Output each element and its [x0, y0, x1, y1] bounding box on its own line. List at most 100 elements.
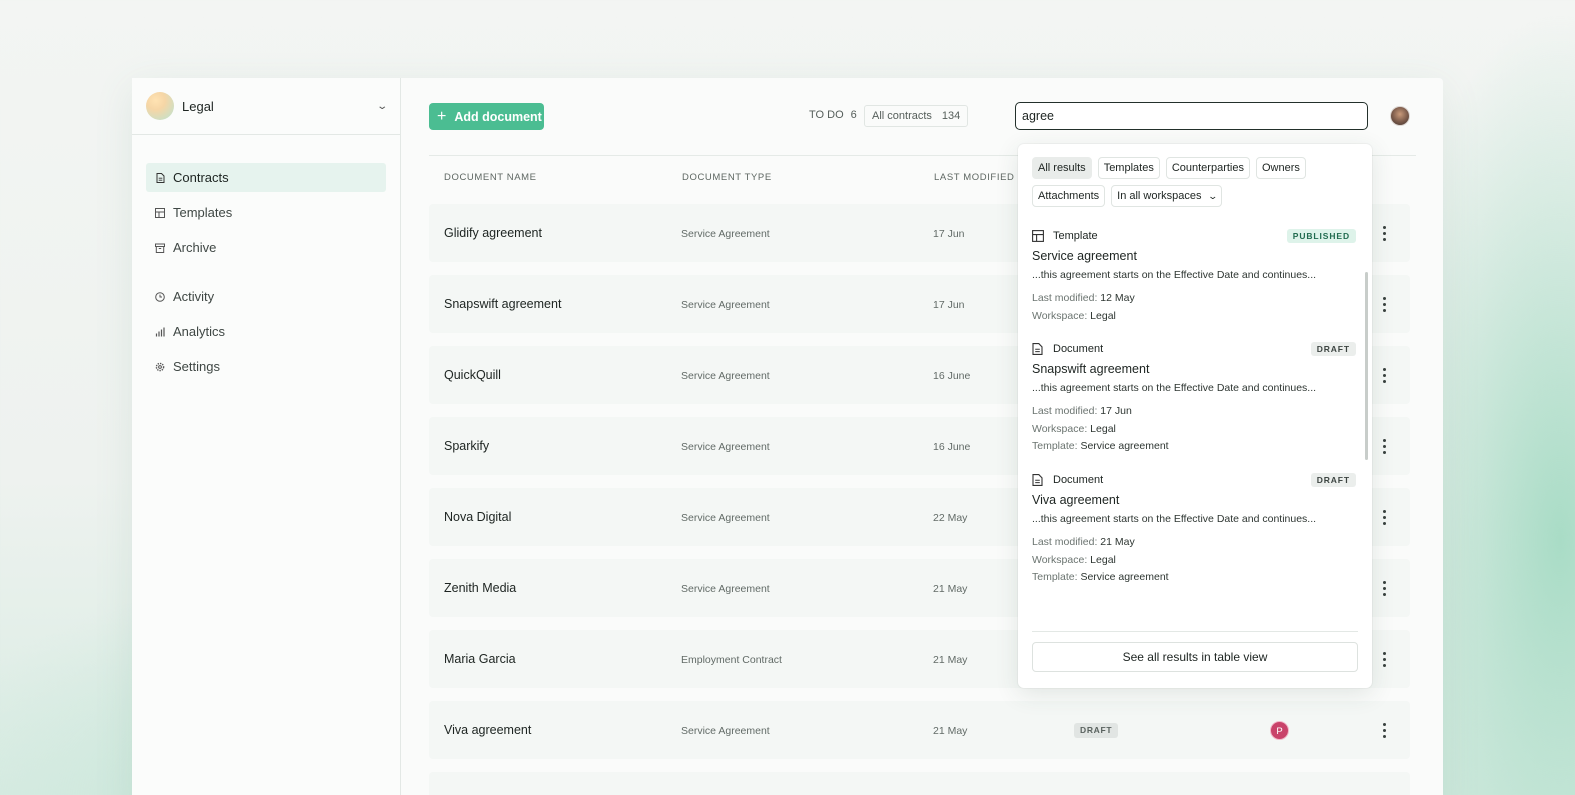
status-badge: DRAFT	[1074, 723, 1119, 738]
search-result-item[interactable]: Document DRAFT Snapswift agreement ...th…	[1032, 342, 1356, 456]
column-header-document-type[interactable]: DOCUMENT TYPE	[682, 172, 772, 183]
row-last-modified: 21 May	[933, 654, 968, 666]
sidebar-item-activity[interactable]: Activity	[146, 282, 386, 311]
more-options-icon[interactable]	[1380, 650, 1388, 668]
table-row[interactable]: Viva agreement Service Agreement 21 May …	[429, 701, 1410, 759]
chevron-down-icon: ⌄	[1207, 190, 1218, 201]
bar-chart-icon	[155, 327, 165, 337]
more-options-icon[interactable]	[1380, 508, 1388, 526]
result-meta: Last modified: 12 May Workspace: Legal	[1032, 290, 1356, 325]
result-kind: Document	[1053, 474, 1104, 486]
sidebar-item-contracts[interactable]: Contracts	[146, 163, 386, 192]
table-row[interactable]	[429, 772, 1410, 795]
row-last-modified: 21 May	[933, 583, 968, 595]
dropdown-divider	[1032, 631, 1358, 632]
column-header-document-name[interactable]: DOCUMENT NAME	[444, 172, 537, 183]
sidebar-item-archive[interactable]: Archive	[146, 233, 386, 262]
todo-filter[interactable]: TO DO 6	[809, 109, 857, 121]
more-options-icon[interactable]	[1380, 224, 1388, 242]
sidebar-item-label: Archive	[173, 240, 217, 255]
last-modified-value: 21 May	[1100, 536, 1135, 548]
status-badge: DRAFT	[1310, 473, 1356, 487]
last-modified-label: Last modified:	[1032, 536, 1098, 548]
last-modified-label: Last modified:	[1032, 292, 1098, 304]
result-title: Snapswift agreement	[1032, 362, 1150, 376]
row-last-modified: 16 June	[933, 441, 971, 453]
search-result-item[interactable]: Template PUBLISHED Service agreement ...…	[1032, 229, 1356, 325]
chevron-down-icon: ⌄	[375, 100, 388, 112]
plus-icon: +	[437, 107, 447, 125]
sidebar-item-label: Templates	[173, 205, 233, 220]
workspace-filter-dropdown[interactable]: In all workspaces ⌄	[1111, 185, 1223, 207]
more-options-icon[interactable]	[1380, 366, 1388, 384]
workspace-value: Legal	[1090, 309, 1116, 322]
row-last-modified: 22 May	[933, 512, 968, 524]
filter-chip-counterparties[interactable]: Counterparties	[1165, 157, 1250, 179]
template-label: Template:	[1032, 440, 1078, 452]
filter-chip-all-results[interactable]: All results	[1032, 157, 1092, 179]
clock-icon	[155, 291, 165, 302]
workspace-label: Workspace:	[1032, 422, 1088, 435]
row-last-modified: 17 Jun	[933, 299, 965, 311]
status-badge: PUBLISHED	[1286, 229, 1356, 243]
search-input[interactable]	[1015, 102, 1368, 130]
row-document-name: Snapswift agreement	[444, 297, 562, 311]
document-icon	[155, 172, 165, 183]
row-document-type: Employment Contract	[681, 654, 782, 666]
document-icon	[1032, 343, 1044, 355]
user-avatar[interactable]	[1390, 106, 1410, 126]
more-options-icon[interactable]	[1380, 579, 1388, 597]
sidebar-item-label: Analytics	[173, 324, 226, 339]
column-header-last-modified[interactable]: LAST MODIFIED	[934, 172, 1014, 183]
result-snippet: ...this agreement starts on the Effectiv…	[1032, 269, 1317, 281]
workspace-avatar	[146, 92, 174, 120]
sidebar-item-label: Settings	[173, 359, 220, 374]
sidebar-item-label: Contracts	[173, 170, 229, 185]
result-snippet: ...this agreement starts on the Effectiv…	[1032, 382, 1317, 394]
search-results-dropdown: All results Templates Counterparties Own…	[1018, 144, 1372, 688]
filter-chip-attachments[interactable]: Attachments	[1032, 185, 1106, 207]
workspace-value: Legal	[1090, 553, 1116, 566]
document-icon	[1032, 474, 1044, 486]
template-label: Template:	[1032, 571, 1078, 583]
last-modified-value: 12 May	[1100, 292, 1135, 304]
filter-chip-owners[interactable]: Owners	[1255, 157, 1306, 179]
row-document-type: Service Agreement	[681, 441, 770, 453]
more-options-icon[interactable]	[1380, 295, 1388, 313]
archive-icon	[155, 243, 165, 253]
workspace-switcher[interactable]: Legal ⌄	[132, 78, 400, 135]
more-options-icon[interactable]	[1380, 437, 1388, 455]
template-value: Service agreement	[1080, 571, 1169, 583]
row-document-name: Viva agreement	[444, 723, 532, 737]
results-scrollbar[interactable]	[1365, 272, 1368, 460]
add-document-button[interactable]: + Add document	[429, 103, 544, 130]
owner-avatar[interactable]: P	[1270, 721, 1289, 740]
more-options-icon[interactable]	[1380, 721, 1388, 739]
row-document-name: Maria Garcia	[444, 652, 516, 666]
row-document-name: Glidify agreement	[444, 226, 542, 240]
workspace-filter-label: In all workspaces	[1117, 190, 1202, 202]
todo-count: 6	[850, 109, 857, 121]
result-title: Service agreement	[1032, 249, 1137, 263]
workspace-label: Workspace:	[1032, 553, 1088, 566]
filter-chip-templates[interactable]: Templates	[1097, 157, 1160, 179]
sidebar: Legal ⌄ Contracts Templates Archive Acti…	[132, 78, 401, 795]
sidebar-item-settings[interactable]: Settings	[146, 352, 386, 381]
row-last-modified: 16 June	[933, 370, 971, 382]
row-document-type: Service Agreement	[681, 228, 770, 240]
result-meta: Last modified: 21 May Workspace: Legal T…	[1032, 534, 1356, 587]
last-modified-value: 17 Jun	[1100, 405, 1132, 417]
result-kind: Document	[1053, 343, 1104, 355]
last-modified-label: Last modified:	[1032, 405, 1098, 417]
row-document-name: Sparkify	[444, 439, 490, 453]
all-contracts-label: All contracts	[872, 110, 932, 122]
sidebar-item-analytics[interactable]: Analytics	[146, 317, 386, 346]
template-value: Service agreement	[1080, 440, 1169, 452]
result-kind: Template	[1053, 230, 1098, 242]
row-document-name: Nova Digital	[444, 510, 512, 524]
search-result-item[interactable]: Document DRAFT Viva agreement ...this ag…	[1032, 473, 1356, 587]
all-contracts-filter[interactable]: All contracts 134	[864, 105, 969, 127]
row-document-name: Zenith Media	[444, 581, 517, 595]
sidebar-item-templates[interactable]: Templates	[146, 198, 386, 227]
see-all-results-button[interactable]: See all results in table view	[1032, 642, 1358, 672]
